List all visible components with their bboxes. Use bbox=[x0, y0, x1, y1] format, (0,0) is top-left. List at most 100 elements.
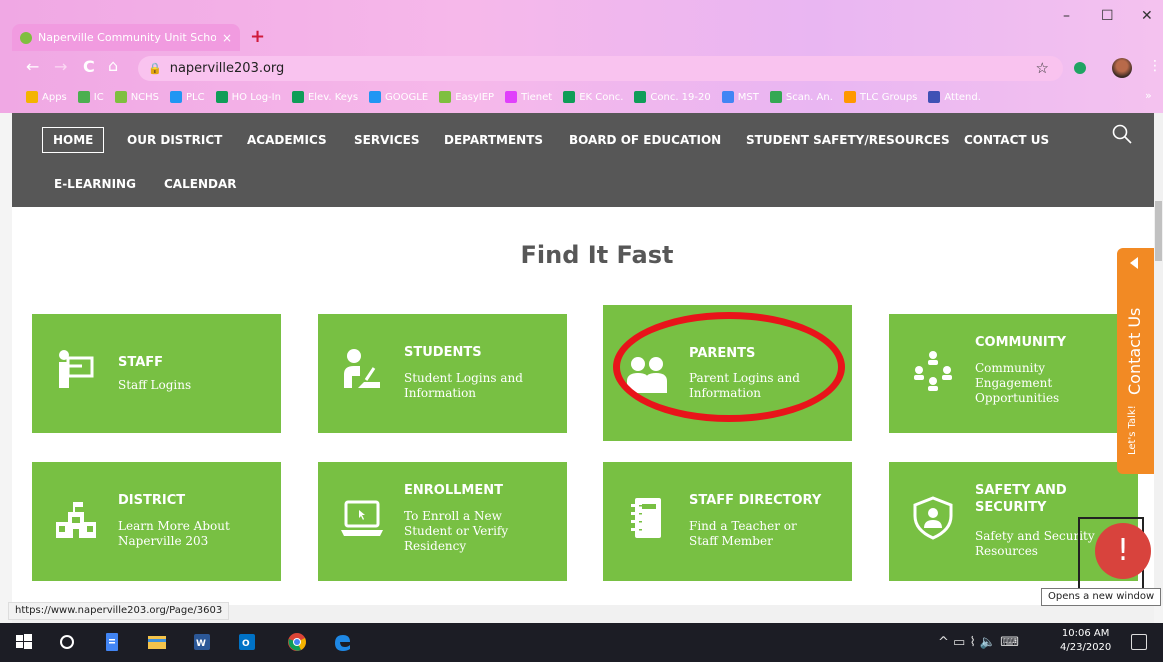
collapse-arrow-icon[interactable] bbox=[1130, 257, 1138, 269]
address-url[interactable]: naperville203.org bbox=[170, 61, 285, 76]
bookmark-label: PLC bbox=[186, 91, 205, 103]
card-district[interactable]: DISTRICT Learn More About Naperville 203 bbox=[32, 462, 281, 581]
bookmark-item[interactable]: Apps bbox=[26, 91, 67, 103]
bookmark-favicon-icon bbox=[26, 91, 38, 103]
search-icon[interactable] bbox=[1111, 123, 1133, 145]
card-students[interactable]: STUDENTS Student Logins and Information bbox=[318, 314, 567, 433]
nav-academics[interactable]: ACADEMICS bbox=[247, 133, 327, 147]
nav-home[interactable]: HOME bbox=[42, 127, 105, 153]
nav-board-of-education[interactable]: BOARD OF EDUCATION bbox=[569, 133, 721, 147]
bookmark-favicon-icon bbox=[439, 91, 452, 103]
search-circle-icon[interactable] bbox=[57, 632, 77, 652]
card-staff[interactable]: STAFF Staff Logins bbox=[32, 314, 281, 433]
profile-avatar[interactable] bbox=[1112, 58, 1132, 78]
vertical-scrollbar[interactable] bbox=[1154, 113, 1163, 605]
bookmark-item[interactable]: HO Log-In bbox=[215, 91, 281, 103]
card-title: STAFF DIRECTORY bbox=[689, 493, 822, 508]
bookmark-label: GOOGLE bbox=[385, 91, 429, 103]
system-tray[interactable]: ^ ▭ ⌇ 🔈 ⌨ bbox=[938, 635, 1019, 650]
bookmark-item[interactable]: PLC bbox=[170, 91, 205, 103]
laptop-icon bbox=[341, 500, 383, 536]
bookmark-label: EasyIEP bbox=[455, 91, 495, 103]
bookmark-label: TLC Groups bbox=[859, 91, 918, 103]
card-description: Learn More About Naperville 203 bbox=[118, 519, 230, 548]
address-bar[interactable]: 🔒 naperville203.org ☆ bbox=[138, 56, 1063, 81]
docs-icon[interactable] bbox=[102, 632, 122, 652]
bookmark-item[interactable]: Scan. An. bbox=[769, 91, 833, 103]
nav-calendar[interactable]: CALENDAR bbox=[164, 177, 236, 191]
browser-tab[interactable]: Naperville Community Unit Scho × bbox=[12, 24, 240, 51]
bookmark-favicon-icon bbox=[215, 91, 228, 103]
bookmark-label: Conc. 19-20 bbox=[650, 91, 711, 103]
bookmark-item[interactable]: IC bbox=[77, 91, 104, 103]
maximize-button[interactable]: ☐ bbox=[1101, 8, 1114, 24]
red-annotation-circle bbox=[613, 312, 845, 422]
close-window-button[interactable]: ✕ bbox=[1141, 8, 1153, 24]
card-description: Student Logins and Information bbox=[404, 371, 523, 400]
bookmark-item[interactable]: TLC Groups bbox=[843, 91, 918, 103]
nav-our-district[interactable]: OUR DISTRICT bbox=[127, 133, 222, 147]
card-title: DISTRICT bbox=[118, 493, 186, 508]
svg-text:O: O bbox=[242, 639, 250, 649]
bookmark-item[interactable]: EasyIEP bbox=[439, 91, 494, 103]
bookmark-label: Elev. Keys bbox=[307, 91, 359, 103]
bookmark-label: NCHS bbox=[130, 91, 160, 103]
edge-icon[interactable] bbox=[332, 632, 352, 652]
card-staff-directory[interactable]: STAFF DIRECTORY Find a Teacher or Staff … bbox=[603, 462, 852, 581]
card-description: To Enroll a New Student or Verify Reside… bbox=[404, 509, 509, 553]
windows-start-icon[interactable] bbox=[14, 632, 34, 652]
school-building-icon bbox=[56, 502, 96, 538]
back-button[interactable]: ← bbox=[26, 57, 39, 76]
bookmark-item[interactable]: Elev. Keys bbox=[291, 91, 359, 103]
nav-e-learning[interactable]: E-LEARNING bbox=[54, 177, 136, 191]
nav-student-safety[interactable]: STUDENT SAFETY/RESOURCES bbox=[746, 133, 950, 147]
file-explorer-icon[interactable] bbox=[147, 632, 167, 652]
notification-center-icon[interactable] bbox=[1131, 634, 1147, 650]
bookmark-favicon-icon bbox=[505, 91, 518, 103]
nav-services[interactable]: SERVICES bbox=[354, 133, 419, 147]
extension-icon[interactable] bbox=[1074, 62, 1086, 74]
clock-date: 4/23/2020 bbox=[1060, 642, 1112, 653]
nav-departments[interactable]: DEPARTMENTS bbox=[444, 133, 543, 147]
bookmark-item[interactable]: NCHS bbox=[114, 91, 160, 103]
card-title: SAFETY AND SECURITY bbox=[975, 483, 1067, 515]
bookmark-item[interactable]: EK Conc. bbox=[563, 91, 623, 103]
bookmark-item[interactable]: MST bbox=[721, 91, 759, 103]
bookmark-favicon-icon bbox=[369, 91, 382, 103]
outlook-icon[interactable]: O bbox=[237, 632, 257, 652]
bookmark-favicon-icon bbox=[114, 91, 127, 103]
scrollbar-thumb[interactable] bbox=[1155, 201, 1162, 261]
tab-strip: Naperville Community Unit Scho × + – ☐ ✕ bbox=[0, 0, 1163, 51]
bookmark-item[interactable]: Attend. bbox=[928, 91, 981, 103]
bookmark-item[interactable]: Conc. 19-20 bbox=[634, 91, 711, 103]
chrome-icon[interactable] bbox=[287, 632, 307, 652]
bookmark-star-icon[interactable]: ☆ bbox=[1036, 59, 1049, 77]
bookmark-item[interactable]: Tienet bbox=[505, 91, 552, 103]
browser-chrome: Naperville Community Unit Scho × + – ☐ ✕… bbox=[0, 0, 1163, 113]
alert-button[interactable]: ! bbox=[1095, 523, 1151, 579]
browser-menu-icon[interactable]: ⋮ bbox=[1148, 58, 1162, 74]
new-tab-button[interactable]: + bbox=[250, 26, 265, 47]
bookmark-item[interactable]: GOOGLE bbox=[369, 91, 428, 103]
bookmarks-bar: Apps IC NCHS PLC HO Log-In Elev. Keys GOOGLE Ea… bbox=[0, 86, 1163, 108]
card-community[interactable]: COMMUNITY Community Engagement Opportuni… bbox=[889, 314, 1138, 433]
site-favicon-icon bbox=[20, 31, 32, 44]
tab-close-icon[interactable]: × bbox=[222, 31, 232, 45]
reload-button[interactable]: C bbox=[83, 57, 95, 76]
card-enrollment[interactable]: ENROLLMENT To Enroll a New Student or Ve… bbox=[318, 462, 567, 581]
clock[interactable]: 10:06 AM 4/23/2020 bbox=[1060, 627, 1111, 655]
bookmarks-overflow-icon[interactable]: » bbox=[1145, 89, 1152, 102]
word-icon[interactable]: W bbox=[192, 632, 212, 652]
bookmark-label: EK Conc. bbox=[579, 91, 624, 103]
forward-button[interactable]: → bbox=[54, 57, 67, 76]
community-icon bbox=[914, 351, 952, 391]
card-title: ENROLLMENT bbox=[404, 483, 503, 498]
bookmark-label: MST bbox=[737, 91, 759, 103]
nav-contact-us[interactable]: CONTACT US bbox=[964, 133, 1049, 147]
home-button[interactable]: ⌂ bbox=[108, 56, 118, 75]
card-title: STUDENTS bbox=[404, 345, 482, 360]
card-description: Find a Teacher or Staff Member bbox=[689, 519, 797, 548]
bookmark-favicon-icon bbox=[769, 91, 782, 103]
bookmark-label: Apps bbox=[42, 91, 67, 103]
minimize-button[interactable]: – bbox=[1063, 8, 1070, 24]
